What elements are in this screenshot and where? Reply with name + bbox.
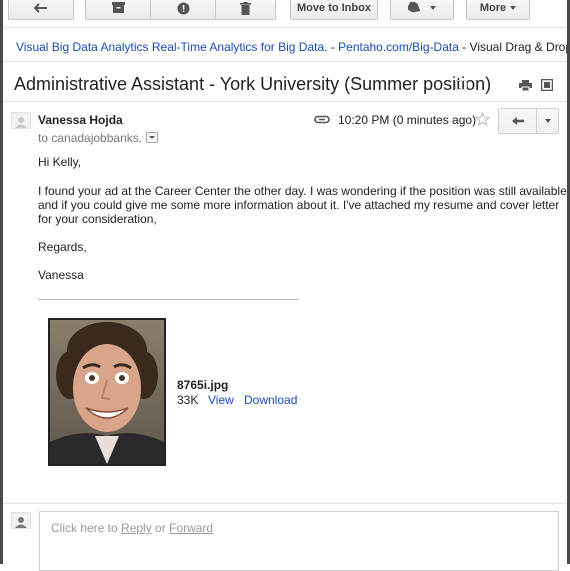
email-subject: Administrative Assistant - York Universi… [14, 74, 492, 94]
paperclip-icon [314, 115, 330, 124]
chevron-down-icon [544, 119, 551, 123]
reply-divider [3, 503, 567, 504]
person-icon [15, 117, 27, 128]
more-button[interactable]: More [466, 0, 530, 20]
body-line-1: I found your ad at the Career Center the… [38, 184, 567, 198]
chevron-down-icon [510, 6, 517, 10]
sender-name[interactable]: Vanessa Hojda [38, 113, 123, 127]
signature: Vanessa [38, 268, 84, 282]
archive-icon [111, 2, 125, 13]
sender-avatar [11, 112, 31, 129]
person-icon [15, 517, 27, 528]
recipient-text: to canadajobbanks. [38, 131, 143, 145]
reply-prompt-middle: or [151, 521, 170, 535]
attachment-size: 33K [177, 393, 199, 407]
my-avatar [11, 512, 31, 529]
reply-prompt-prefix: Click here to [51, 521, 122, 535]
photo-image [50, 320, 164, 464]
label-tag-icon [408, 2, 421, 13]
ad-divider [3, 61, 567, 62]
new-window-icon[interactable] [541, 79, 553, 91]
sponsored-ad-line[interactable]: Visual Big Data Analytics Real-Time Anal… [3, 36, 567, 58]
labels-button[interactable] [390, 0, 454, 20]
details-dropdown-icon[interactable] [146, 132, 159, 144]
ad-url-link[interactable]: Pentaho.com/Big-Data [338, 40, 459, 54]
move-to-inbox-label: Move to Inbox [297, 2, 371, 14]
move-to-inbox-button[interactable]: Move to Inbox [290, 0, 378, 20]
subject-divider [3, 101, 567, 102]
download-attachment-link[interactable]: Download [244, 393, 297, 407]
reply-box[interactable]: Click here to Reply or Forward [39, 511, 559, 571]
print-icon[interactable] [519, 80, 532, 91]
greeting: Hi Kelly, [38, 155, 82, 169]
body-line-2: and if you could give me some more infor… [38, 198, 560, 212]
more-label: More [479, 2, 507, 14]
reply-prompt: Click here to Reply or Forward [51, 521, 213, 535]
body-line-3: for your consideration, [38, 212, 157, 226]
delete-button[interactable] [215, 0, 276, 20]
view-attachment-link[interactable]: View [208, 393, 234, 407]
ad-separator: - [327, 40, 339, 54]
attachment-filename: 8765i.jpg [177, 378, 229, 392]
ad-title-link[interactable]: Visual Big Data Analytics Real-Time Anal… [16, 40, 327, 54]
back-button[interactable] [8, 0, 74, 20]
closing: Regards, [38, 240, 87, 254]
window-frame-left [0, 0, 3, 564]
reply-button[interactable] [498, 108, 537, 134]
chevron-down-icon [430, 6, 436, 10]
toolbar-divider [3, 27, 567, 28]
reply-arrow-icon [511, 117, 524, 125]
back-arrow-icon [34, 3, 47, 13]
report-spam-button[interactable] [150, 0, 216, 20]
archive-button[interactable] [85, 0, 151, 20]
star-icon[interactable] [475, 112, 490, 126]
message-more-button[interactable] [536, 108, 559, 134]
ad-description: - Visual Drag & Drop U [462, 40, 567, 54]
important-marker-icon[interactable] [455, 80, 467, 90]
attachment-thumbnail[interactable] [48, 318, 166, 466]
reply-link[interactable]: Reply [121, 521, 152, 535]
attachment-divider [38, 299, 299, 300]
recipient-line: to canadajobbanks. [38, 131, 159, 145]
toolbar: Move to Inbox More [3, 0, 567, 22]
forward-link[interactable]: Forward [169, 521, 213, 535]
report-spam-icon [177, 2, 189, 14]
message-timestamp: 10:20 PM (0 minutes ago) [338, 113, 477, 127]
trash-icon [240, 1, 251, 15]
